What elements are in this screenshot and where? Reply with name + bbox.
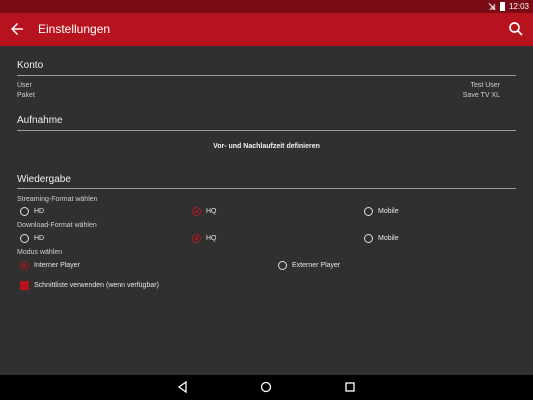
radio-icon xyxy=(364,234,373,243)
modus-radio-intern[interactable]: Interner Player xyxy=(20,261,80,270)
radio-label: Mobile xyxy=(378,208,399,215)
radio-label: Externer Player xyxy=(292,262,341,269)
no-signal-icon xyxy=(488,2,496,11)
streaming-radio-mobile[interactable]: Mobile xyxy=(364,207,399,216)
download-radio-hd[interactable]: HD xyxy=(20,234,44,243)
download-radio-mobile[interactable]: Mobile xyxy=(364,234,399,243)
status-icons: 12:03 xyxy=(488,1,529,12)
paket-label: Paket xyxy=(17,92,35,99)
app-bar: Einstellungen xyxy=(0,13,533,46)
nav-recents-icon[interactable] xyxy=(343,380,357,394)
navigation-bar xyxy=(0,375,533,400)
divider xyxy=(17,75,516,76)
user-value: Test User xyxy=(470,82,500,89)
streaming-format-label: Streaming-Format wählen xyxy=(17,196,98,203)
radio-label: HQ xyxy=(206,235,217,242)
divider xyxy=(17,188,516,189)
radio-checked-icon xyxy=(192,207,201,216)
status-bar: 12:03 xyxy=(0,0,533,13)
checkbox-checked-icon xyxy=(20,281,29,290)
section-title-konto: Konto xyxy=(17,60,44,71)
download-format-label: Download-Format wählen xyxy=(17,222,97,229)
battery-icon xyxy=(499,2,505,11)
radio-label: HD xyxy=(34,208,45,215)
radio-label: HD xyxy=(34,235,45,242)
schnittliste-checkbox[interactable]: Schnittliste verwenden (wenn verfügbar) xyxy=(20,281,159,290)
radio-icon xyxy=(364,207,373,216)
divider xyxy=(17,130,516,131)
download-radio-hq[interactable]: HQ xyxy=(192,234,217,243)
user-label: User xyxy=(17,82,32,89)
section-title-aufnahme: Aufnahme xyxy=(17,115,63,126)
nav-home-icon[interactable] xyxy=(259,380,273,394)
radio-label: Mobile xyxy=(378,235,399,242)
nav-back-icon[interactable] xyxy=(176,380,190,394)
radio-label: Interner Player xyxy=(34,262,80,269)
paket-value: Save TV XL xyxy=(462,92,500,99)
radio-icon xyxy=(20,207,29,216)
modus-label: Modus wählen xyxy=(17,249,63,256)
radio-checked-icon xyxy=(192,234,201,243)
radio-icon xyxy=(20,234,29,243)
checkbox-label: Schnittliste verwenden (wenn verfügbar) xyxy=(34,282,159,289)
page-title: Einstellungen xyxy=(38,22,111,36)
radio-icon xyxy=(278,261,287,270)
back-arrow-icon[interactable] xyxy=(8,20,26,38)
section-title-wiedergabe: Wiedergabe xyxy=(17,174,71,185)
radio-checked-icon xyxy=(20,261,29,270)
streaming-radio-hd[interactable]: HD xyxy=(20,207,44,216)
settings-content: Konto User Test User Paket Save TV XL Au… xyxy=(0,46,533,375)
streaming-radio-hq[interactable]: HQ xyxy=(192,207,217,216)
status-time: 12:03 xyxy=(508,2,529,11)
radio-label: HQ xyxy=(206,208,217,215)
modus-radio-extern[interactable]: Externer Player xyxy=(278,261,340,270)
search-icon[interactable] xyxy=(507,20,525,38)
vor-nachlaufzeit-button[interactable]: Vor- und Nachlaufzeit definieren xyxy=(0,143,533,150)
